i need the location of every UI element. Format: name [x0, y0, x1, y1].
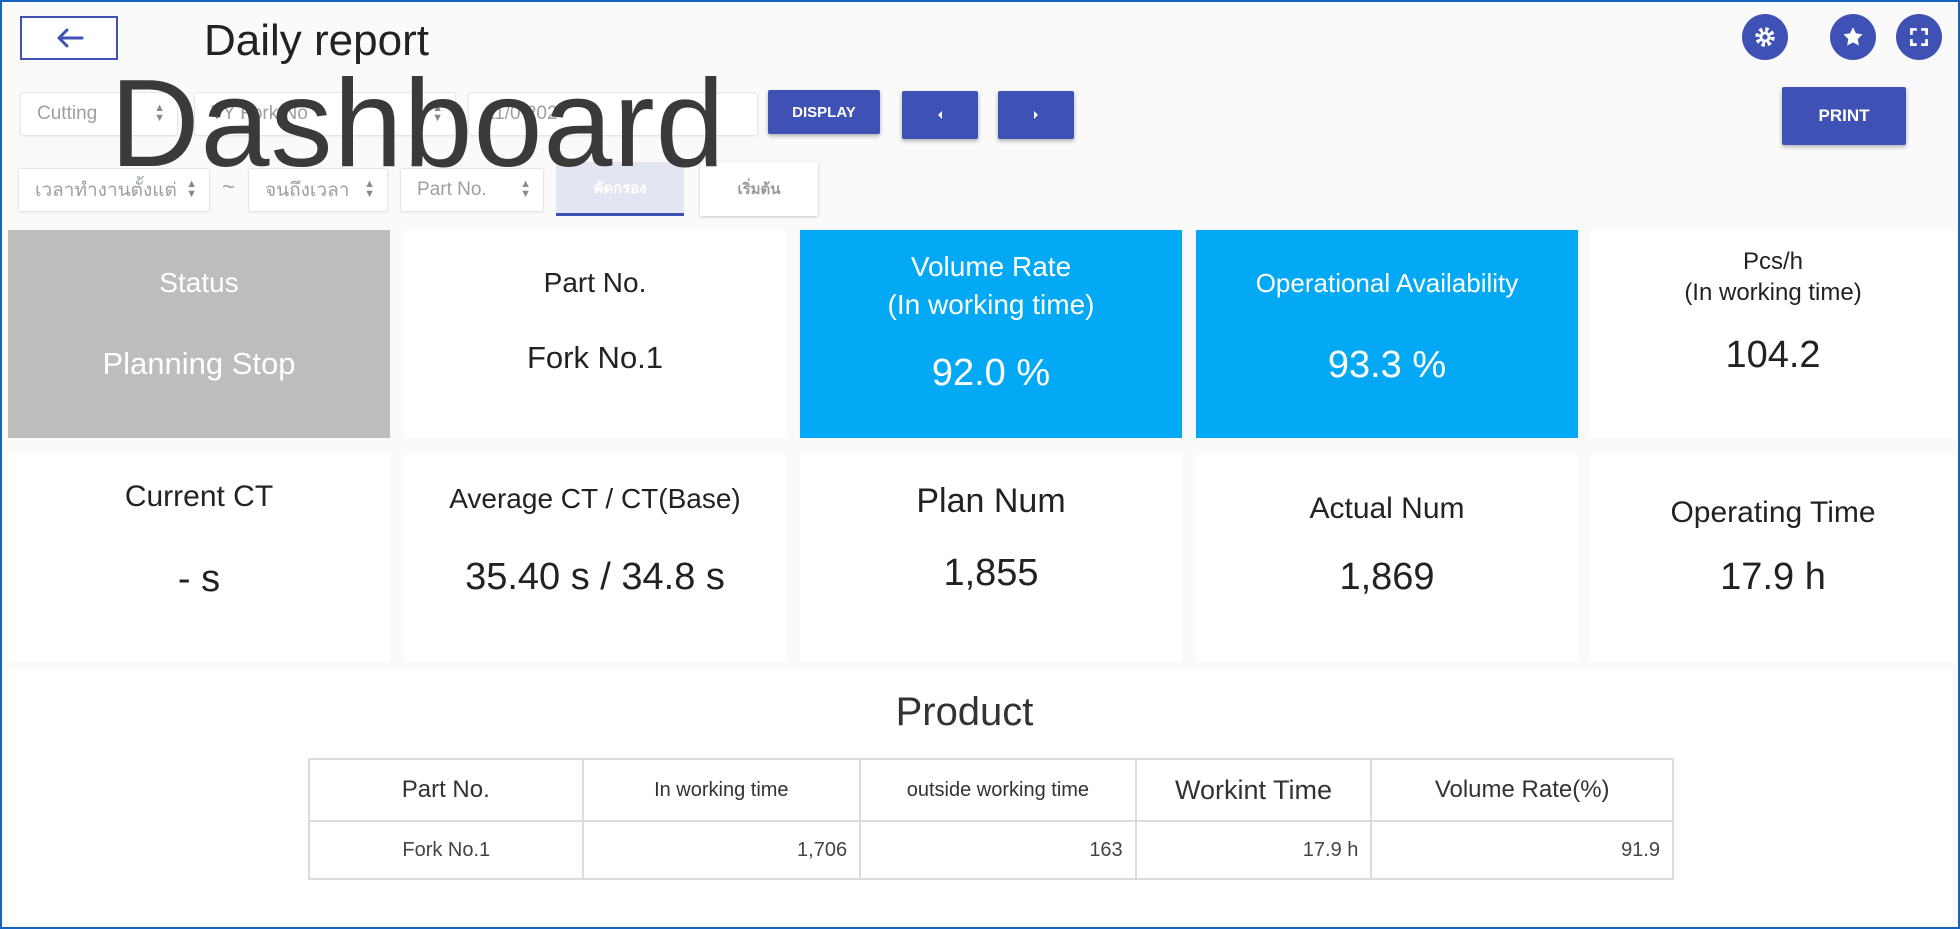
- availability-card: Operational Availability 93.3 %: [1196, 230, 1578, 438]
- pcs-per-hour-card: Pcs/h (In working time) 104.2: [1590, 230, 1956, 438]
- actual-num-card-value: 1,869: [1339, 556, 1435, 598]
- table-cell: 1,706: [581, 820, 862, 880]
- caret-right-icon: [1034, 111, 1038, 119]
- favorite-button[interactable]: [1830, 14, 1876, 60]
- print-button[interactable]: PRINT: [1782, 87, 1906, 145]
- status-card: Status Planning Stop: [8, 230, 390, 438]
- operating-time-card-value: 17.9 h: [1720, 556, 1826, 598]
- product-table: Part No. In working time outside working…: [308, 758, 1674, 880]
- part-no-card-label: Part No.: [543, 267, 647, 298]
- column-header: In working time: [581, 758, 862, 822]
- dashboard-frame: Daily report Cutting ▲ ▼ TY Fork No ▲ ▼ 11…: [0, 0, 1960, 929]
- column-header: Workint Time: [1134, 758, 1373, 822]
- operating-time-card-label: Operating Time: [1670, 496, 1876, 529]
- next-button[interactable]: [998, 91, 1074, 139]
- product-title: Product: [895, 690, 1034, 734]
- status-card-label: Status: [159, 267, 239, 298]
- column-header: Part No.: [308, 758, 584, 822]
- star-icon: [1843, 27, 1863, 46]
- volume-rate-card-value: 92.0 %: [931, 352, 1051, 394]
- operating-time-card: Operating Time 17.9 h: [1590, 454, 1956, 662]
- back-button[interactable]: [20, 16, 118, 60]
- volume-rate-card-label: Volume Rate: [910, 251, 1072, 282]
- plan-num-card-value: 1,855: [943, 552, 1039, 594]
- part-no-card: Part No. Fork No.1: [404, 230, 786, 438]
- table-cell: 17.9 h: [1134, 820, 1373, 880]
- current-ct-card-value: - s: [177, 558, 221, 600]
- fullscreen-icon: [1910, 28, 1928, 46]
- current-ct-card: Current CT - s: [8, 454, 390, 662]
- settings-button[interactable]: [1742, 14, 1788, 60]
- plan-num-card-label: Plan Num: [916, 482, 1066, 520]
- caret-left-icon: [938, 111, 942, 119]
- pcs-per-hour-card-sublabel: (In working time): [1684, 279, 1862, 306]
- column-header: outside working time: [859, 758, 1137, 822]
- plan-num-card: Plan Num 1,855: [800, 454, 1182, 662]
- availability-card-label: Operational Availability: [1255, 268, 1519, 298]
- process-select-value: Cutting: [37, 103, 98, 124]
- part-no-card-value: Fork No.1: [526, 340, 664, 375]
- current-ct-card-label: Current CT: [124, 480, 274, 513]
- status-card-value: Planning Stop: [102, 346, 296, 381]
- table-cell: 163: [859, 820, 1137, 880]
- fullscreen-button[interactable]: [1896, 14, 1942, 60]
- table-cell: 91.9: [1370, 820, 1674, 880]
- prev-button[interactable]: [902, 91, 978, 139]
- table-cell: Fork No.1: [308, 820, 584, 880]
- gear-icon: [1755, 27, 1775, 47]
- volume-rate-card: Volume Rate (In working time) 92.0 %: [800, 230, 1182, 438]
- average-ct-card-value: 35.40 s / 34.8 s: [465, 556, 725, 598]
- table-row: Fork No.1 1,706 163 17.9 h 91.9: [308, 820, 1674, 880]
- product-table-header: Part No. In working time outside working…: [308, 758, 1674, 822]
- average-ct-card: Average CT / CT(Base) 35.40 s / 34.8 s: [404, 454, 786, 662]
- display-button[interactable]: DISPLAY: [768, 90, 880, 134]
- arrow-left-icon: [57, 28, 84, 48]
- volume-rate-card-sublabel: (In working time): [887, 289, 1095, 320]
- actual-num-card: Actual Num 1,869: [1196, 454, 1578, 662]
- availability-card-value: 93.3 %: [1327, 344, 1447, 386]
- pcs-per-hour-card-label: Pcs/h: [1742, 248, 1804, 275]
- column-header: Volume Rate(%): [1370, 758, 1674, 822]
- dashboard-watermark: Dashboard: [110, 55, 726, 193]
- average-ct-card-label: Average CT / CT(Base): [449, 483, 741, 514]
- actual-num-card-label: Actual Num: [1309, 492, 1465, 525]
- pcs-per-hour-card-value: 104.2: [1725, 334, 1821, 376]
